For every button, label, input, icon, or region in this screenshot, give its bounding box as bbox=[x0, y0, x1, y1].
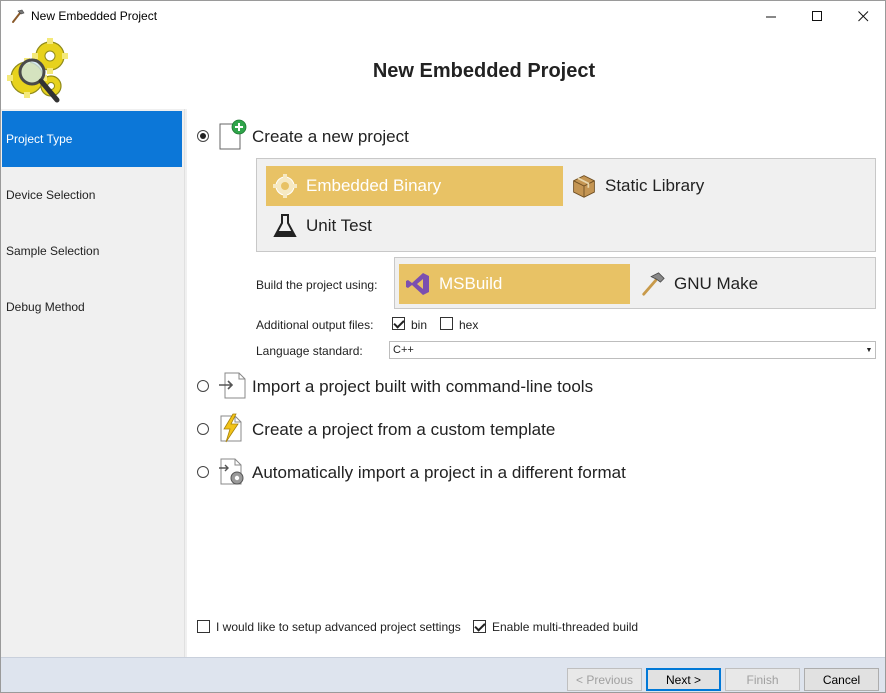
wizard-header: New Embedded Project bbox=[1, 32, 885, 109]
multithreaded-build-checkbox[interactable] bbox=[473, 620, 486, 633]
bin-label: bin bbox=[411, 318, 428, 332]
close-icon bbox=[857, 11, 868, 22]
project-type-box: Embedded Binary Static Library Unit Test bbox=[256, 158, 876, 252]
sidebar-item-label: Debug Method bbox=[6, 300, 85, 314]
sidebar-item-label: Project Type bbox=[6, 132, 73, 146]
gnu-make-tile[interactable]: GNU Make bbox=[634, 264, 869, 304]
gear-icon bbox=[273, 174, 297, 198]
auto-import-icon bbox=[219, 458, 244, 485]
new-project-icon bbox=[219, 119, 247, 150]
hex-checkbox[interactable] bbox=[440, 317, 453, 330]
static-library-tile[interactable]: Static Library bbox=[565, 166, 855, 206]
create-new-project-label[interactable]: Create a new project bbox=[252, 127, 409, 147]
dialog-window: New Embedded Project New Embedded Projec… bbox=[0, 0, 886, 693]
template-icon bbox=[220, 413, 242, 443]
unit-test-label: Unit Test bbox=[306, 216, 372, 235]
multithreaded-build-label[interactable]: Enable multi-threaded build bbox=[492, 620, 638, 634]
msbuild-label: MSBuild bbox=[439, 274, 503, 293]
flask-icon bbox=[273, 214, 297, 237]
visual-studio-icon bbox=[406, 273, 429, 295]
title-bar: New Embedded Project bbox=[1, 1, 885, 32]
maximize-button[interactable] bbox=[794, 1, 840, 32]
hammer-icon bbox=[12, 9, 25, 23]
embedded-binary-tile[interactable]: Embedded Binary bbox=[266, 166, 563, 206]
import-command-line-radio[interactable] bbox=[197, 380, 209, 392]
auto-import-label[interactable]: Automatically import a project in a diff… bbox=[252, 463, 626, 483]
msbuild-tile[interactable]: MSBuild bbox=[399, 264, 630, 304]
static-library-label: Static Library bbox=[605, 176, 705, 195]
main-panel: Create a new project Embedded Binary Sta… bbox=[187, 109, 885, 657]
import-icon bbox=[219, 372, 246, 399]
chevron-down-icon[interactable]: ▼ bbox=[863, 342, 875, 358]
cancel-button[interactable]: Cancel bbox=[804, 668, 879, 691]
finish-button[interactable]: Finish bbox=[725, 668, 800, 691]
sidebar-item-project-type[interactable]: Project Type bbox=[2, 111, 182, 167]
import-command-line-label[interactable]: Import a project built with command-line… bbox=[252, 377, 593, 397]
build-using-label: Build the project using: bbox=[256, 278, 378, 292]
sidebar-item-label: Sample Selection bbox=[6, 244, 100, 258]
hammer-icon bbox=[642, 272, 665, 296]
hex-label: hex bbox=[459, 318, 479, 332]
advanced-settings-label[interactable]: I would like to setup advanced project s… bbox=[216, 620, 461, 634]
wizard-footer: < Previous Next > Finish Cancel bbox=[1, 657, 885, 692]
custom-template-radio[interactable] bbox=[197, 423, 209, 435]
unit-test-tile[interactable]: Unit Test bbox=[266, 206, 563, 246]
gnu-make-label: GNU Make bbox=[674, 274, 759, 293]
previous-button[interactable]: < Previous bbox=[567, 668, 642, 691]
sidebar-item-debug-method[interactable]: Debug Method bbox=[2, 279, 182, 335]
maximize-icon bbox=[811, 11, 822, 21]
sidebar: Project Type Device Selection Sample Sel… bbox=[1, 109, 185, 657]
build-tool-box: MSBuild GNU Make bbox=[394, 257, 876, 309]
minimize-icon bbox=[765, 16, 776, 18]
sidebar-item-sample-selection[interactable]: Sample Selection bbox=[2, 223, 182, 279]
custom-template-label[interactable]: Create a project from a custom template bbox=[252, 420, 555, 440]
page-title: New Embedded Project bbox=[372, 60, 596, 82]
advanced-settings-checkbox[interactable] bbox=[197, 620, 210, 633]
language-standard-value: C++ bbox=[393, 344, 414, 356]
create-new-project-radio[interactable] bbox=[197, 130, 209, 142]
minimize-button[interactable] bbox=[748, 1, 794, 32]
language-standard-label: Language standard: bbox=[256, 344, 363, 358]
next-button[interactable]: Next > bbox=[646, 668, 721, 691]
output-files-label: Additional output files: bbox=[256, 318, 374, 332]
sidebar-item-label: Device Selection bbox=[6, 188, 96, 202]
box-icon bbox=[573, 175, 595, 198]
sidebar-item-device-selection[interactable]: Device Selection bbox=[2, 167, 182, 223]
embedded-binary-label: Embedded Binary bbox=[306, 176, 442, 195]
auto-import-radio[interactable] bbox=[197, 466, 209, 478]
window-title: New Embedded Project bbox=[31, 9, 158, 23]
language-standard-select[interactable]: C++ ▼ bbox=[389, 341, 876, 359]
close-button[interactable] bbox=[840, 1, 885, 32]
bin-checkbox[interactable] bbox=[392, 317, 405, 330]
